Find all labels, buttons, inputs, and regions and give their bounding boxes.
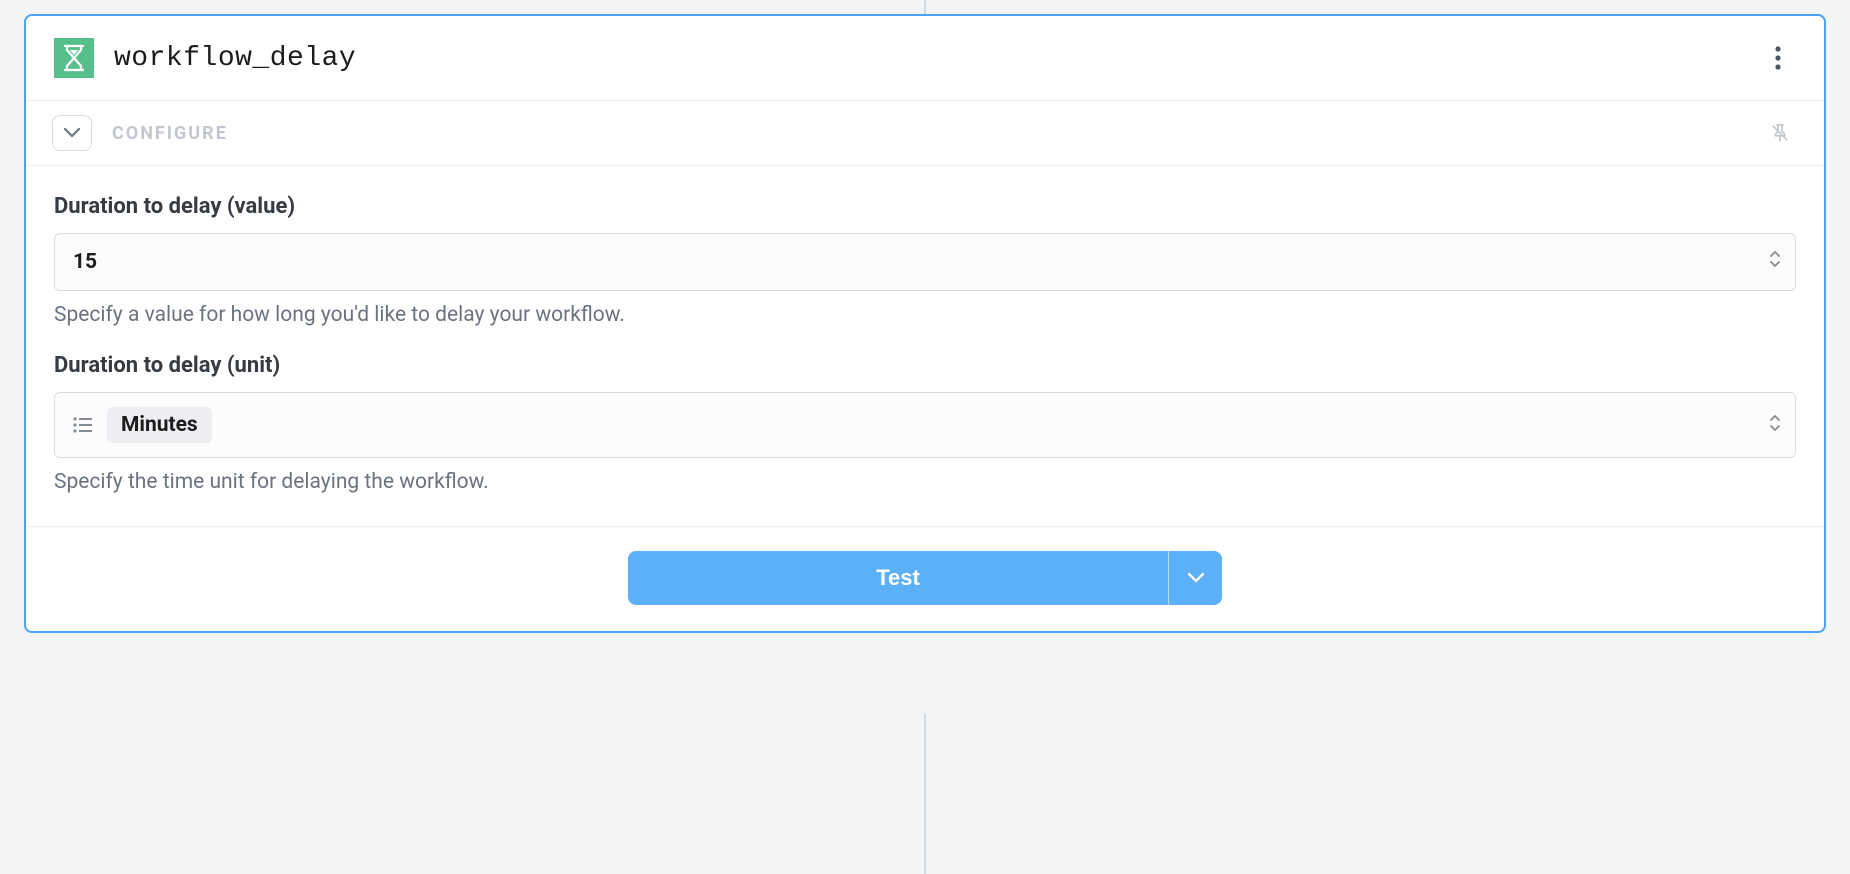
step-title[interactable]: workflow_delay (114, 43, 1760, 74)
field-duration-unit: Duration to delay (unit) Minutes (54, 353, 1796, 494)
field-duration-value: Duration to delay (value) 15 Specify a v… (54, 194, 1796, 327)
step-card: workflow_delay CONFIGURE Duration to d (24, 14, 1826, 633)
list-icon (73, 417, 93, 433)
field-help-duration-value: Specify a value for how long you'd like … (54, 303, 1796, 327)
hourglass-icon (54, 38, 94, 78)
stepper-icon (1769, 414, 1781, 436)
chevron-down-icon (63, 127, 81, 139)
card-header: workflow_delay (26, 16, 1824, 101)
card-footer: Test (26, 526, 1824, 631)
more-menu-button[interactable] (1760, 40, 1796, 76)
form-body: Duration to delay (value) 15 Specify a v… (26, 166, 1824, 526)
field-help-duration-unit: Specify the time unit for delaying the w… (54, 470, 1796, 494)
pin-button[interactable] (1764, 117, 1796, 149)
test-button[interactable]: Test (628, 551, 1168, 605)
more-vertical-icon (1775, 46, 1781, 70)
connector-line-bottom (924, 714, 926, 874)
field-label-duration-value: Duration to delay (value) (54, 194, 1796, 219)
configure-bar: CONFIGURE (26, 101, 1824, 166)
chevron-down-icon (1187, 572, 1205, 584)
connector-line-top (924, 0, 926, 14)
field-label-duration-unit: Duration to delay (unit) (54, 353, 1796, 378)
collapse-toggle[interactable] (52, 115, 92, 151)
configure-label: CONFIGURE (112, 123, 1764, 144)
duration-value-input[interactable]: 15 (54, 233, 1796, 291)
duration-value-text: 15 (73, 250, 1751, 274)
test-dropdown-button[interactable] (1168, 551, 1222, 605)
duration-unit-select[interactable]: Minutes (54, 392, 1796, 458)
duration-unit-value: Minutes (107, 407, 212, 443)
test-button-group: Test (628, 551, 1222, 605)
stepper-icon (1769, 250, 1781, 274)
pin-off-icon (1769, 122, 1791, 144)
